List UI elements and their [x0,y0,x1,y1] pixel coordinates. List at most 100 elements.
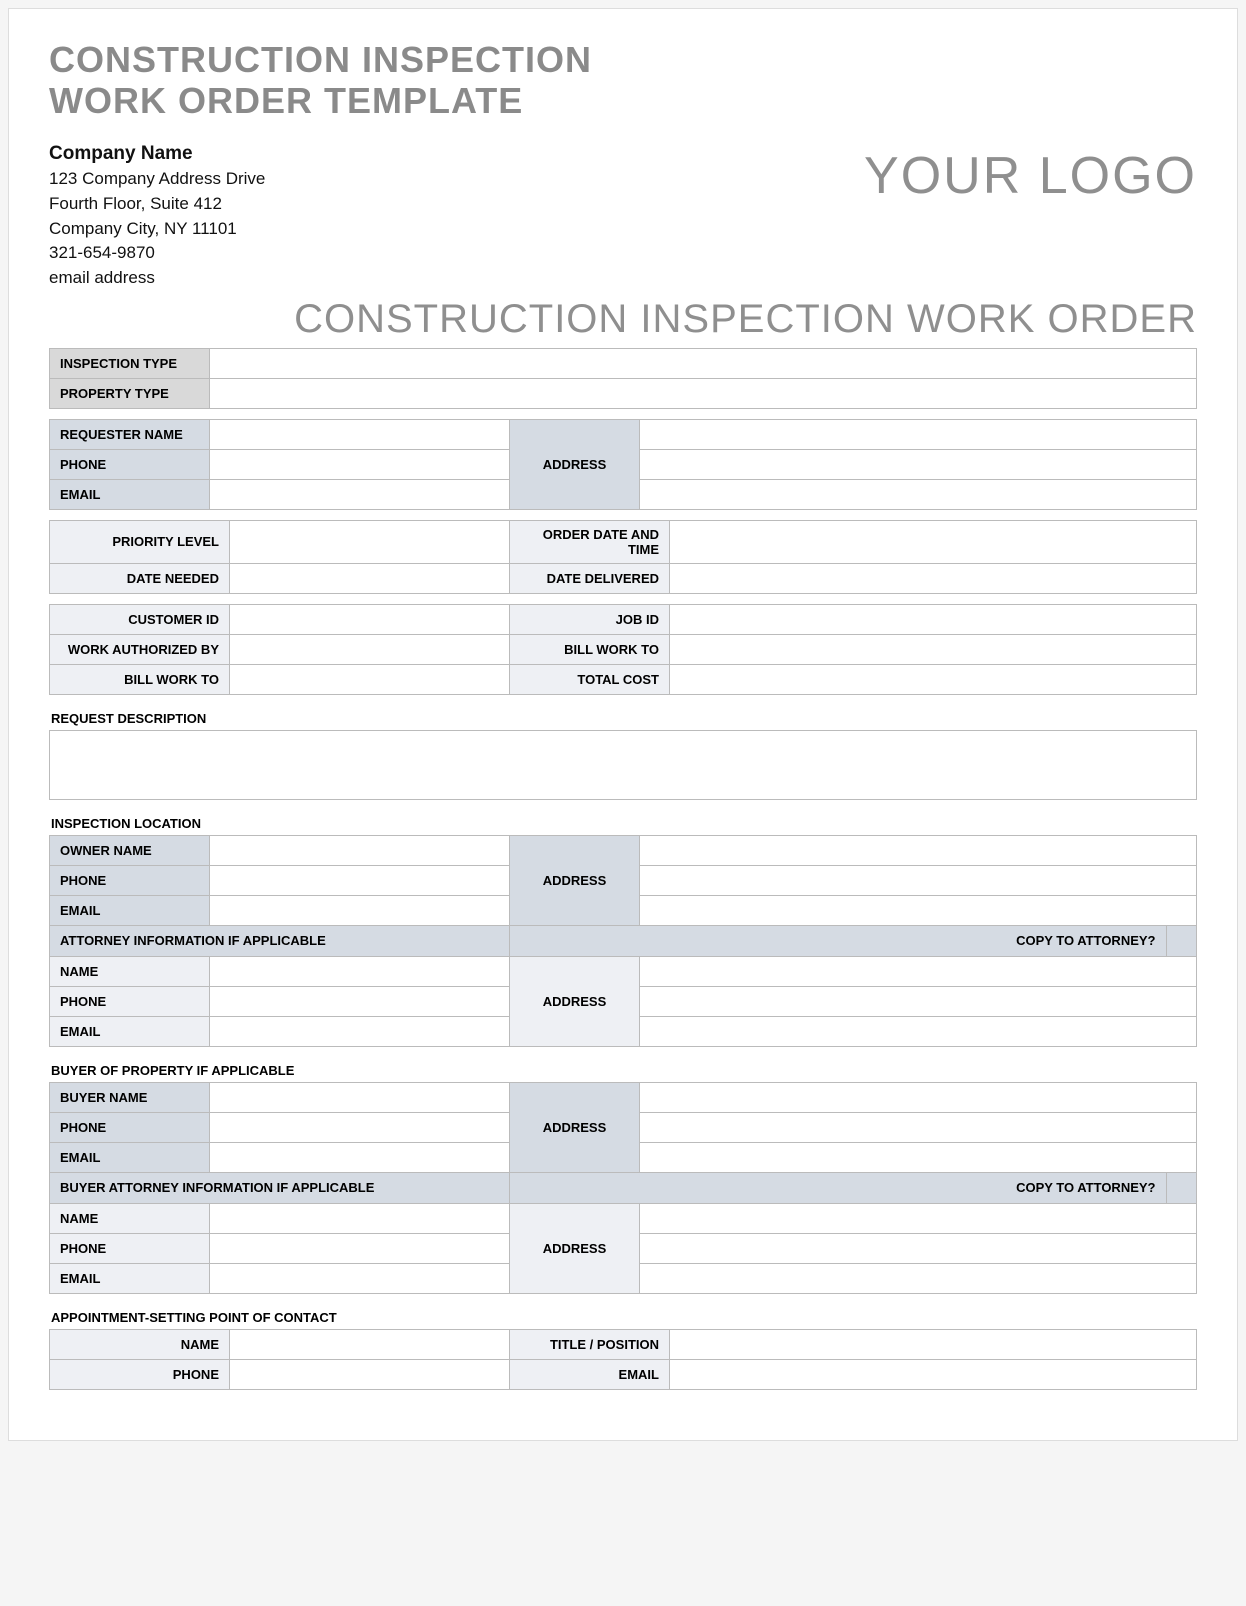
buyer-attorney-info-label: BUYER ATTORNEY INFORMATION IF APPLICABLE [50,1172,510,1203]
inspection-type-label: INSPECTION TYPE [50,348,210,378]
customer-id-input[interactable] [230,604,510,634]
copy-to-attorney-label: COPY TO ATTORNEY? [510,926,1166,956]
attorney-name-input[interactable] [210,956,510,986]
buyer-address-input-1[interactable] [640,1082,1197,1112]
contact-title-label: TITLE / POSITION [510,1329,670,1359]
total-cost-input[interactable] [670,664,1197,694]
owner-name-input[interactable] [210,835,510,865]
bill-work-to-input-2[interactable] [670,634,1197,664]
buyer-attorney-address-input-1[interactable] [640,1203,1197,1233]
bill-work-to-label-2: BILL WORK TO [510,634,670,664]
buyer-attorney-name-input[interactable] [210,1203,510,1233]
attorney-name-label: NAME [50,956,210,986]
buyer-attorney-phone-label: PHONE [50,1233,210,1263]
date-needed-label: DATE NEEDED [50,563,230,593]
buyer-copy-to-attorney-label: COPY TO ATTORNEY? [510,1173,1166,1203]
ids-table: CUSTOMER ID JOB ID WORK AUTHORIZED BY BI… [49,604,1197,695]
priority-level-label: PRIORITY LEVEL [50,520,230,563]
requester-address-input-2[interactable] [640,449,1197,479]
owner-phone-label: PHONE [50,865,210,895]
bill-work-to-input[interactable] [230,664,510,694]
date-delivered-input[interactable] [670,563,1197,593]
request-description-input[interactable] [49,730,1197,800]
requester-phone-input[interactable] [210,449,510,479]
order-date-input[interactable] [670,520,1197,563]
property-type-label: PROPERTY TYPE [50,378,210,408]
owner-address-label: ADDRESS [510,835,640,925]
contact-phone-label: PHONE [50,1359,230,1389]
buyer-attorney-address-input-2[interactable] [640,1233,1197,1263]
buyer-email-label: EMAIL [50,1142,210,1172]
company-addr2: Fourth Floor, Suite 412 [49,192,265,217]
inspection-location-header: INSPECTION LOCATION [51,816,1197,831]
buyer-attorney-email-input[interactable] [210,1263,510,1293]
requester-address-input-1[interactable] [640,419,1197,449]
owner-phone-input[interactable] [210,865,510,895]
date-delivered-label: DATE DELIVERED [510,563,670,593]
buyer-attorney-phone-input[interactable] [210,1233,510,1263]
work-auth-label: WORK AUTHORIZED BY [50,634,230,664]
contact-email-input[interactable] [670,1359,1197,1389]
requester-name-input[interactable] [210,419,510,449]
owner-email-input[interactable] [210,895,510,925]
requester-name-label: REQUESTER NAME [50,419,210,449]
company-addr3: Company City, NY 11101 [49,217,265,242]
company-name: Company Name [49,140,265,168]
contact-title-input[interactable] [670,1329,1197,1359]
buyer-name-input[interactable] [210,1082,510,1112]
buyer-table: BUYER NAME ADDRESS PHONE EMAIL BUYER ATT… [49,1082,1197,1294]
buyer-attorney-address-input-3[interactable] [640,1263,1197,1293]
total-cost-label: TOTAL COST [510,664,670,694]
date-needed-input[interactable] [230,563,510,593]
owner-email-label: EMAIL [50,895,210,925]
property-type-input[interactable] [210,378,1197,408]
buyer-phone-input[interactable] [210,1112,510,1142]
customer-id-label: CUSTOMER ID [50,604,230,634]
owner-address-input-2[interactable] [640,865,1197,895]
priority-table: PRIORITY LEVEL ORDER DATE AND TIME DATE … [49,520,1197,594]
owner-address-input-1[interactable] [640,835,1197,865]
buyer-attorney-address-label: ADDRESS [510,1203,640,1293]
buyer-attorney-email-label: EMAIL [50,1263,210,1293]
header-row: Company Name 123 Company Address Drive F… [49,140,1197,291]
buyer-email-input[interactable] [210,1142,510,1172]
buyer-address-input-2[interactable] [640,1112,1197,1142]
company-info: Company Name 123 Company Address Drive F… [49,140,265,291]
buyer-address-input-3[interactable] [640,1142,1197,1172]
document-title: CONSTRUCTION INSPECTION WORK ORDER TEMPL… [49,39,1197,122]
attorney-address-input-2[interactable] [640,986,1197,1016]
title-line-2: WORK ORDER TEMPLATE [49,80,523,121]
job-id-input[interactable] [670,604,1197,634]
contact-phone-input[interactable] [230,1359,510,1389]
work-auth-input[interactable] [230,634,510,664]
buyer-name-label: BUYER NAME [50,1082,210,1112]
attorney-phone-label: PHONE [50,986,210,1016]
requester-address-label: ADDRESS [510,419,640,509]
copy-to-attorney-checkbox[interactable] [1166,926,1196,956]
owner-name-label: OWNER NAME [50,835,210,865]
type-table: INSPECTION TYPE PROPERTY TYPE [49,348,1197,409]
attorney-info-label: ATTORNEY INFORMATION IF APPLICABLE [50,925,510,956]
appointment-section-header: APPOINTMENT-SETTING POINT OF CONTACT [51,1310,1197,1325]
contact-name-input[interactable] [230,1329,510,1359]
requester-address-input-3[interactable] [640,479,1197,509]
attorney-email-label: EMAIL [50,1016,210,1046]
attorney-email-input[interactable] [210,1016,510,1046]
contact-name-label: NAME [50,1329,230,1359]
buyer-copy-to-attorney-checkbox[interactable] [1166,1173,1196,1203]
form-title: CONSTRUCTION INSPECTION WORK ORDER [49,297,1197,342]
company-phone: 321-654-9870 [49,241,265,266]
owner-address-input-3[interactable] [640,895,1197,925]
attorney-address-input-3[interactable] [640,1016,1197,1046]
requester-phone-label: PHONE [50,449,210,479]
document-page: CONSTRUCTION INSPECTION WORK ORDER TEMPL… [8,8,1238,1441]
owner-table: OWNER NAME ADDRESS PHONE EMAIL ATTORNEY … [49,835,1197,1047]
inspection-type-input[interactable] [210,348,1197,378]
requester-table: REQUESTER NAME ADDRESS PHONE EMAIL [49,419,1197,510]
job-id-label: JOB ID [510,604,670,634]
title-line-1: CONSTRUCTION INSPECTION [49,39,592,80]
attorney-phone-input[interactable] [210,986,510,1016]
attorney-address-input-1[interactable] [640,956,1197,986]
requester-email-input[interactable] [210,479,510,509]
priority-level-input[interactable] [230,520,510,563]
